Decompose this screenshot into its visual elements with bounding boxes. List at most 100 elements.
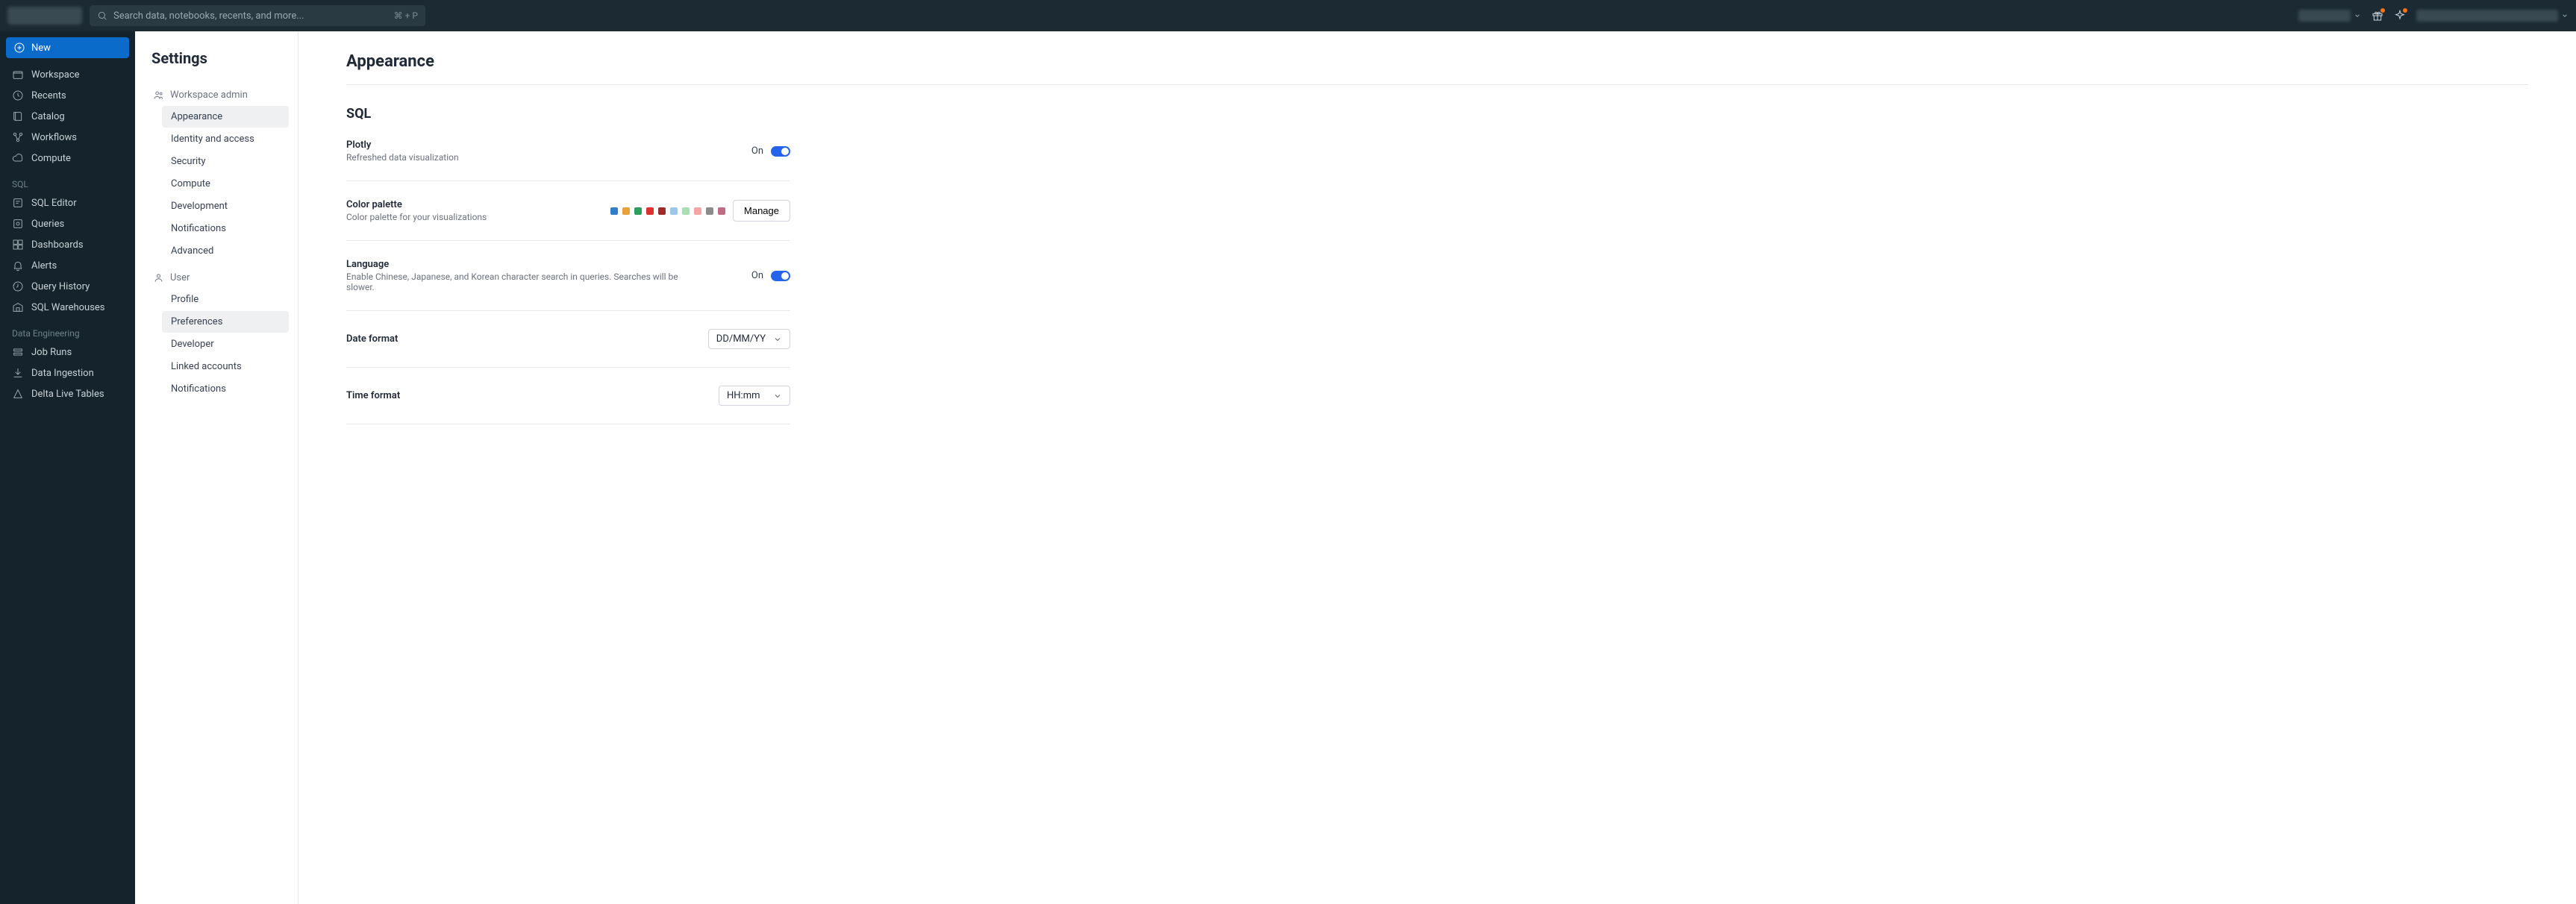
settings-item-notifications[interactable]: Notifications bbox=[162, 218, 289, 239]
cloud-icon bbox=[12, 152, 24, 164]
settings-item-linked-accounts[interactable]: Linked accounts bbox=[162, 356, 289, 377]
settings-item-identity-and-access[interactable]: Identity and access bbox=[162, 128, 289, 150]
chevron-down-icon bbox=[773, 392, 782, 401]
settings-item-advanced[interactable]: Advanced bbox=[162, 240, 289, 262]
sidebar-item-label: Recents bbox=[31, 90, 66, 101]
setting-time-format: Time format HH:mm bbox=[346, 368, 790, 424]
nav-section-sql: SQL bbox=[6, 169, 129, 192]
folder-icon bbox=[12, 69, 24, 81]
palette-swatch bbox=[706, 207, 713, 215]
setting-palette-desc: Color palette for your visualizations bbox=[346, 212, 487, 222]
sidebar-item-data-ingestion[interactable]: Data Ingestion bbox=[6, 362, 129, 383]
sidebar-item-sql-warehouses[interactable]: SQL Warehouses bbox=[6, 297, 129, 318]
bell-icon bbox=[12, 260, 24, 271]
query-icon bbox=[12, 218, 24, 230]
chevron-down-icon bbox=[2354, 12, 2361, 19]
new-button[interactable]: New bbox=[6, 37, 129, 58]
sidebar-item-workspace[interactable]: Workspace bbox=[6, 64, 129, 85]
palette-swatch bbox=[646, 207, 654, 215]
sidebar-item-query-history[interactable]: Query History bbox=[6, 276, 129, 297]
sidebar-item-label: Dashboards bbox=[31, 239, 84, 251]
settings-item-appearance[interactable]: Appearance bbox=[162, 106, 289, 128]
page-title: Appearance bbox=[346, 52, 2528, 85]
palette-swatch bbox=[622, 207, 630, 215]
settings-item-development[interactable]: Development bbox=[162, 195, 289, 217]
date-format-value: DD/MM/YY bbox=[716, 333, 766, 345]
gift-icon-button[interactable] bbox=[2372, 10, 2383, 22]
sidebar-item-label: Workflows bbox=[31, 132, 77, 143]
sidebar-item-recents[interactable]: Recents bbox=[6, 85, 129, 106]
setting-time-title: Time format bbox=[346, 390, 400, 401]
settings-item-preferences[interactable]: Preferences bbox=[162, 311, 289, 333]
sidebar-item-compute[interactable]: Compute bbox=[6, 148, 129, 169]
assistant-icon-button[interactable] bbox=[2394, 10, 2406, 22]
sidebar-item-label: Query History bbox=[31, 281, 90, 292]
setting-language-state: On bbox=[751, 270, 763, 281]
sidebar-item-sql-editor[interactable]: SQL Editor bbox=[6, 192, 129, 213]
sidebar-item-label: Job Runs bbox=[31, 347, 72, 358]
setting-plotly-state: On bbox=[751, 145, 763, 157]
chevron-down-icon bbox=[2561, 12, 2569, 19]
settings-item-developer[interactable]: Developer bbox=[162, 333, 289, 355]
settings-title: Settings bbox=[151, 49, 289, 67]
search-placeholder: Search data, notebooks, recents, and mor… bbox=[113, 10, 388, 22]
date-format-select[interactable]: DD/MM/YY bbox=[708, 329, 790, 349]
manage-palette-button[interactable]: Manage bbox=[733, 200, 790, 222]
users-icon bbox=[153, 90, 164, 101]
settings-item-security[interactable]: Security bbox=[162, 151, 289, 172]
brand-logo[interactable] bbox=[7, 7, 82, 25]
palette-swatch bbox=[610, 207, 618, 215]
sidebar-item-delta-live-tables[interactable]: Delta Live Tables bbox=[6, 383, 129, 404]
palette-swatch bbox=[634, 207, 642, 215]
language-toggle[interactable] bbox=[771, 271, 790, 281]
settings-section-user: User bbox=[151, 268, 289, 288]
settings-sidebar: Settings Workspace admin AppearanceIdent… bbox=[135, 31, 298, 904]
sidebar-item-label: Alerts bbox=[31, 260, 57, 271]
setting-language-desc: Enable Chinese, Japanese, and Korean cha… bbox=[346, 271, 690, 292]
warehouse-icon bbox=[12, 301, 24, 313]
jobs-icon bbox=[12, 346, 24, 358]
sidebar-item-label: Queries bbox=[31, 219, 64, 230]
dashboard-icon bbox=[12, 239, 24, 251]
sidebar-item-label: Compute bbox=[31, 153, 71, 164]
sidebar-item-label: SQL Editor bbox=[31, 198, 77, 209]
settings-item-profile[interactable]: Profile bbox=[162, 289, 289, 310]
setting-plotly-desc: Refreshed data visualization bbox=[346, 152, 459, 163]
settings-item-notifications[interactable]: Notifications bbox=[162, 378, 289, 400]
settings-item-compute[interactable]: Compute bbox=[162, 173, 289, 195]
palette-swatch bbox=[670, 207, 678, 215]
setting-language-title: Language bbox=[346, 259, 690, 270]
time-format-value: HH:mm bbox=[727, 390, 760, 401]
palette-swatch bbox=[718, 207, 725, 215]
sidebar-item-label: Data Ingestion bbox=[31, 368, 94, 379]
user-icon bbox=[153, 272, 164, 283]
palette-swatches bbox=[610, 207, 725, 215]
plotly-toggle[interactable] bbox=[771, 146, 790, 157]
account-picker[interactable] bbox=[2416, 10, 2569, 22]
global-search[interactable]: Search data, notebooks, recents, and mor… bbox=[90, 5, 425, 26]
topbar: Search data, notebooks, recents, and mor… bbox=[0, 0, 2576, 31]
chevron-down-icon bbox=[773, 335, 782, 344]
time-format-select[interactable]: HH:mm bbox=[719, 386, 790, 406]
settings-main: Appearance SQL Plotly Refreshed data vis… bbox=[298, 31, 2576, 904]
workspace-picker[interactable] bbox=[2298, 10, 2361, 22]
sidebar-item-job-runs[interactable]: Job Runs bbox=[6, 342, 129, 362]
sidebar-item-catalog[interactable]: Catalog bbox=[6, 106, 129, 127]
ingest-icon bbox=[12, 367, 24, 379]
setting-color-palette: Color palette Color palette for your vis… bbox=[346, 181, 790, 241]
section-title-sql: SQL bbox=[346, 106, 2528, 122]
sidebar-item-queries[interactable]: Queries bbox=[6, 213, 129, 234]
setting-palette-title: Color palette bbox=[346, 199, 487, 210]
nav-section-de: Data Engineering bbox=[6, 318, 129, 342]
sidebar-item-workflows[interactable]: Workflows bbox=[6, 127, 129, 148]
setting-plotly-title: Plotly bbox=[346, 139, 459, 151]
setting-plotly: Plotly Refreshed data visualization On bbox=[346, 122, 790, 181]
flow-icon bbox=[12, 131, 24, 143]
sql-icon bbox=[12, 197, 24, 209]
delta-icon bbox=[12, 388, 24, 400]
sidebar-item-label: Workspace bbox=[31, 69, 80, 81]
palette-swatch bbox=[658, 207, 666, 215]
sidebar-item-dashboards[interactable]: Dashboards bbox=[6, 234, 129, 255]
search-icon bbox=[97, 10, 107, 21]
sidebar-item-alerts[interactable]: Alerts bbox=[6, 255, 129, 276]
